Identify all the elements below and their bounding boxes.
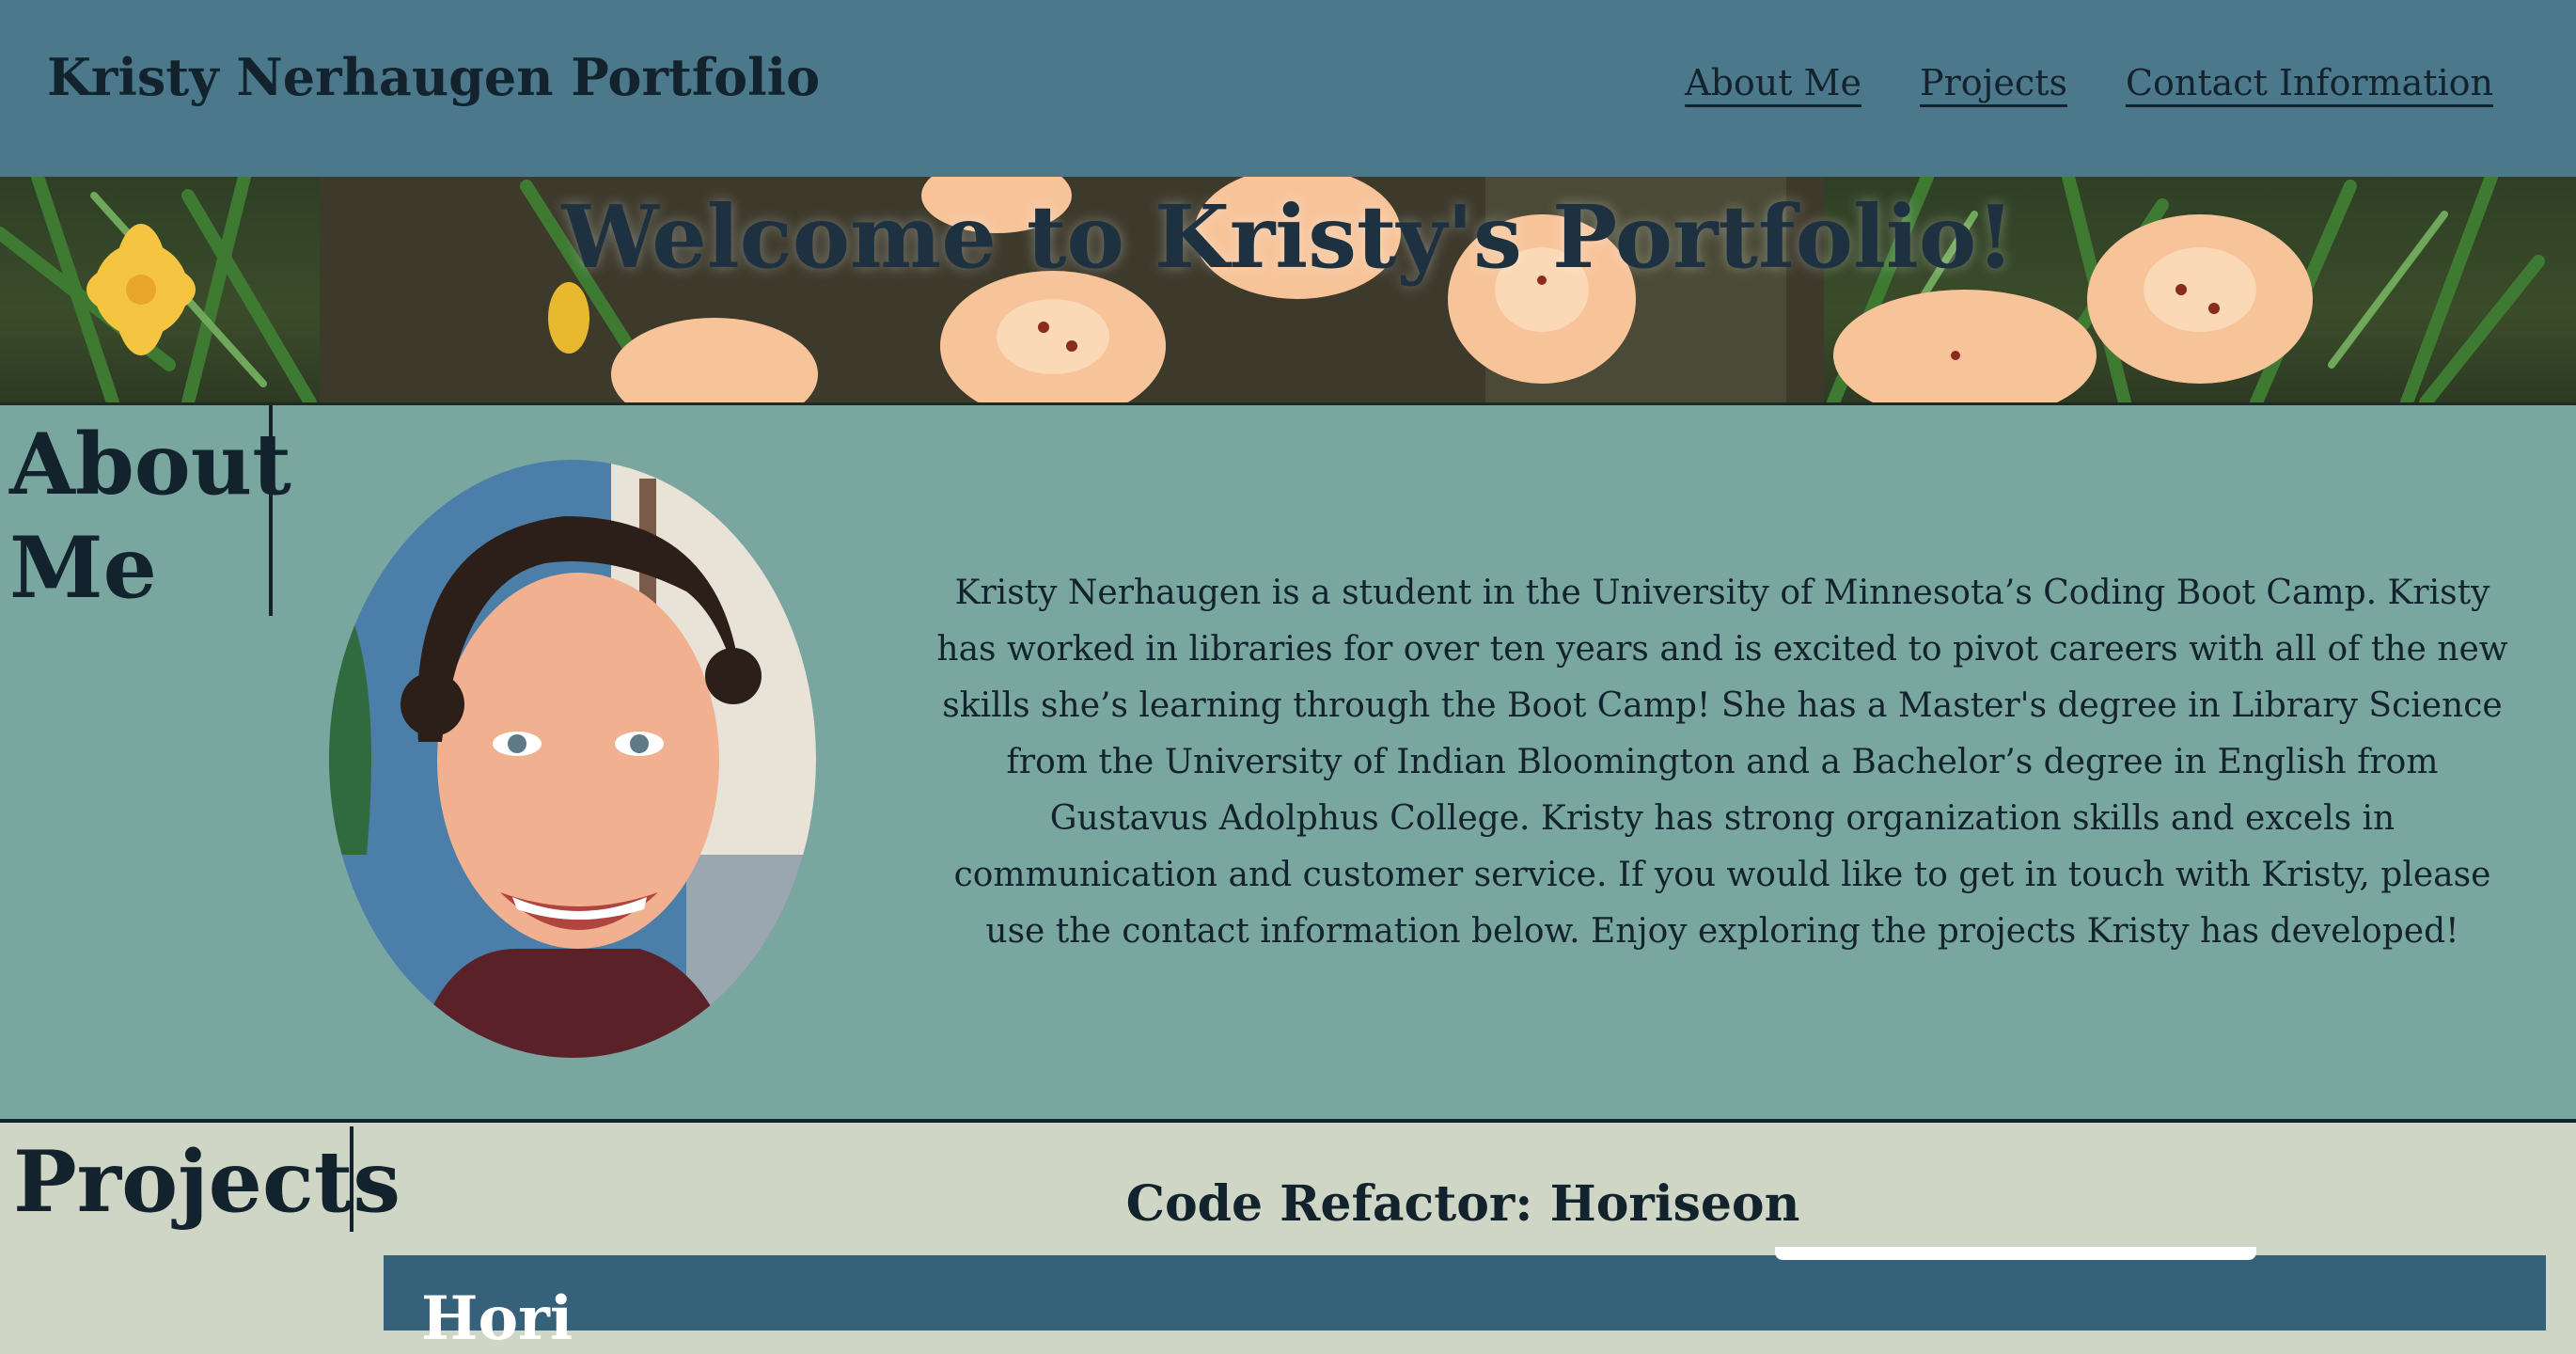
project-card-text: Hori — [421, 1283, 573, 1354]
nav-link-projects[interactable]: Projects — [1920, 62, 2067, 103]
about-heading: About Me — [9, 415, 291, 618]
projects-heading: Projects — [13, 1132, 401, 1232]
section-divider — [350, 1126, 353, 1232]
project-card[interactable]: Hori — [384, 1255, 2546, 1349]
about-section: About Me Kristy Nerhaugen is a student i… — [0, 405, 2576, 1123]
section-divider — [269, 405, 273, 616]
project-title: Code Refactor: Horiseon — [1125, 1175, 1800, 1233]
main-nav: About Me Projects Contact Information — [1685, 62, 2493, 103]
nav-link-contact-information[interactable]: Contact Information — [2126, 62, 2493, 103]
card-overlay-tab — [1775, 1247, 2256, 1260]
nav-link-about-me[interactable]: About Me — [1685, 62, 1861, 103]
site-title: Kristy Nerhaugen Portfolio — [47, 47, 821, 107]
hero-banner: Welcome to Kristy's Portfolio! — [0, 177, 2576, 405]
about-text: Kristy Nerhaugen is a student in the Uni… — [936, 574, 2508, 951]
site-header: Kristy Nerhaugen Portfolio About Me Proj… — [0, 0, 2576, 177]
hero-title: Welcome to Kristy's Portfolio! — [561, 186, 2015, 288]
projects-section: Projects Code Refactor: Horiseon Hori — [0, 1126, 2576, 1349]
profile-photo — [329, 460, 816, 1058]
